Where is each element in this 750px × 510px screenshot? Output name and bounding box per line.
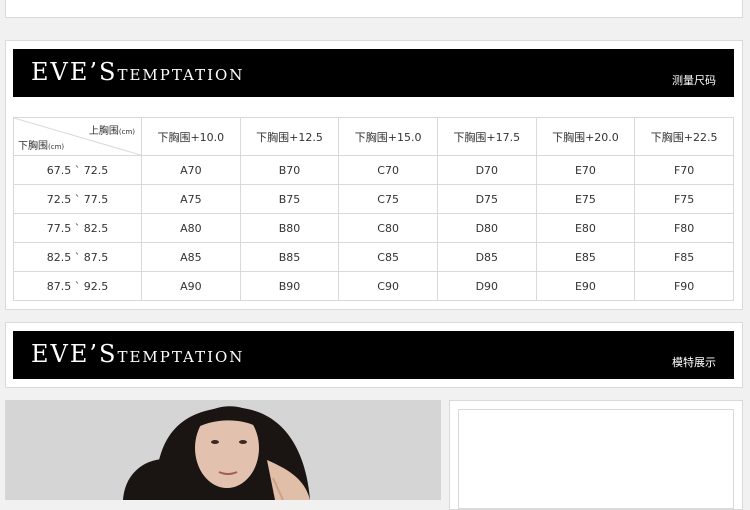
column-header: 下胸围+12.5 <box>239 117 340 156</box>
table-row: 82.5 ` 87.5 A85 B85 C85 D85 E85 F85 <box>13 242 734 272</box>
size-cell: A80 <box>141 213 241 243</box>
model-photo <box>5 400 441 500</box>
size-cell: E70 <box>535 155 636 185</box>
brand-logo: EVE’STEMPTATION <box>31 58 245 86</box>
model-banner: EVE’STEMPTATION 模特展示 <box>13 331 734 379</box>
brand-logo: EVE’STEMPTATION <box>31 340 245 368</box>
size-cell: F70 <box>634 155 734 185</box>
size-cell: C80 <box>338 213 438 243</box>
size-cell: B90 <box>239 271 340 301</box>
size-cell: E80 <box>535 213 636 243</box>
table-row: 67.5 ` 72.5 A70 B70 C70 D70 E70 F70 <box>13 155 734 185</box>
size-cell: E90 <box>535 271 636 301</box>
column-header: 下胸围+17.5 <box>436 117 537 156</box>
size-cell: F80 <box>634 213 734 243</box>
row-range: 77.5 ` 82.5 <box>13 213 142 243</box>
top-panel <box>5 0 743 18</box>
size-cell: F85 <box>634 242 734 272</box>
size-cell: D90 <box>436 271 537 301</box>
size-cell: D75 <box>436 184 537 214</box>
size-chart-banner: EVE’STEMPTATION 测量尺码 <box>13 49 734 97</box>
size-cell: E85 <box>535 242 636 272</box>
size-cell: C75 <box>338 184 438 214</box>
size-cell: C85 <box>338 242 438 272</box>
column-header: 下胸围+10.0 <box>141 117 241 156</box>
table-row: 72.5 ` 77.5 A75 B75 C75 D75 E75 F75 <box>13 184 734 214</box>
size-cell: B85 <box>239 242 340 272</box>
size-cell: B80 <box>239 213 340 243</box>
row-range: 72.5 ` 77.5 <box>13 184 142 214</box>
size-cell: A70 <box>141 155 241 185</box>
size-cell: A85 <box>141 242 241 272</box>
size-cell: B70 <box>239 155 340 185</box>
under-bust-label: 下胸围(cm) <box>18 141 65 152</box>
size-cell: D80 <box>436 213 537 243</box>
size-table: 上胸围(cm) 下胸围(cm) 下胸围+10.0 下胸围+12.5 下胸围+15… <box>13 117 734 301</box>
model-showcase-title: 模特展示 <box>672 356 716 369</box>
table-header-row: 上胸围(cm) 下胸围(cm) 下胸围+10.0 下胸围+12.5 下胸围+15… <box>13 117 734 156</box>
size-cell: F90 <box>634 271 734 301</box>
column-header: 下胸围+20.0 <box>535 117 636 156</box>
size-cell: E75 <box>535 184 636 214</box>
upper-bust-label: 上胸围(cm) <box>88 126 135 137</box>
model-photo-illustration <box>5 400 441 500</box>
size-cell: A75 <box>141 184 241 214</box>
table-row: 87.5 ` 92.5 A90 B90 C90 D90 E90 F90 <box>13 271 734 301</box>
column-header: 下胸围+22.5 <box>634 117 734 156</box>
row-range: 87.5 ` 92.5 <box>13 271 142 301</box>
row-range: 82.5 ` 87.5 <box>13 242 142 272</box>
size-cell: F75 <box>634 184 734 214</box>
size-cell: B75 <box>239 184 340 214</box>
size-cell: C70 <box>338 155 438 185</box>
size-cell: C90 <box>338 271 438 301</box>
row-range: 67.5 ` 72.5 <box>13 155 142 185</box>
table-row: 77.5 ` 82.5 A80 B80 C80 D80 E80 F80 <box>13 213 734 243</box>
size-chart-title: 测量尺码 <box>672 74 716 87</box>
column-header: 下胸围+15.0 <box>338 117 438 156</box>
table-corner-cell: 上胸围(cm) 下胸围(cm) <box>13 117 142 156</box>
side-panel-inner <box>458 409 734 509</box>
size-cell: D70 <box>436 155 537 185</box>
size-cell: A90 <box>141 271 241 301</box>
size-cell: D85 <box>436 242 537 272</box>
